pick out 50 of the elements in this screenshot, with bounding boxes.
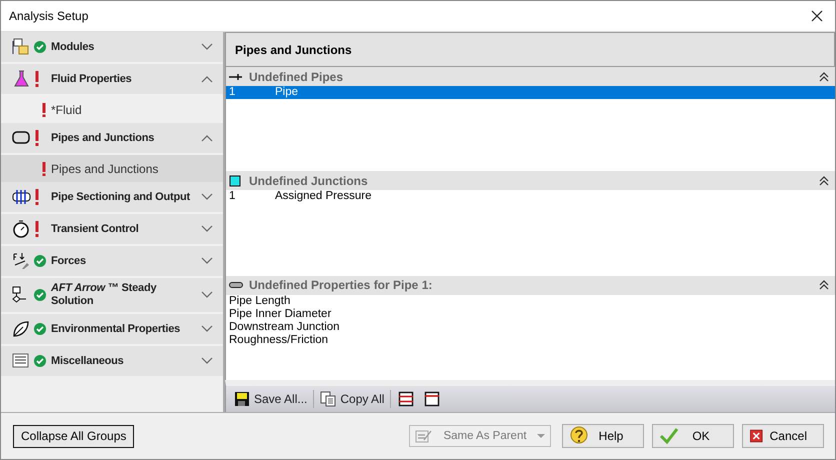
group-header[interactable]: Miscellaneous — [1, 346, 223, 378]
chevron-icon — [201, 325, 213, 333]
save-icon — [234, 391, 250, 407]
chevron-icon — [201, 43, 213, 51]
property-item: Pipe Length — [228, 294, 292, 308]
close-icon[interactable] — [811, 10, 823, 22]
panel-header: Pipes and Junctions — [225, 32, 835, 67]
collapse-icon[interactable] — [819, 72, 829, 82]
grid-icon — [11, 187, 33, 207]
section-header[interactable]: Undefined Junctions — [226, 171, 835, 190]
collapse-icon[interactable] — [819, 280, 829, 290]
chevron-icon — [201, 291, 213, 299]
group-header[interactable]: Transient Control — [1, 214, 223, 246]
chevron-icon — [201, 225, 213, 233]
section-header[interactable]: Undefined Pipes — [226, 67, 835, 86]
chevron-icon — [201, 134, 213, 142]
question-icon — [569, 426, 589, 446]
chevron-icon — [201, 357, 213, 365]
group-header[interactable]: Fluid Properties — [1, 64, 223, 96]
group-header[interactable]: Pipe Sectioning and Output — [1, 182, 223, 214]
toolbar-button[interactable]: Copy All — [318, 391, 386, 407]
cancel-button[interactable]: Cancel — [742, 424, 824, 448]
group-header[interactable]: Modules — [1, 32, 223, 64]
square-icon — [229, 174, 243, 187]
toolbar-button[interactable]: Save All... — [232, 391, 310, 407]
collapse-icon[interactable] — [819, 176, 829, 186]
group-header[interactable]: Forces — [1, 246, 223, 278]
sidebar-item[interactable]: Pipes and Junctions — [1, 155, 223, 182]
group-header[interactable]: Environmental Properties — [1, 314, 223, 346]
checkmark-icon — [659, 426, 679, 446]
ok-button[interactable]: OK — [652, 424, 734, 448]
table-row[interactable]: 1 Assigned Pressure — [226, 190, 835, 204]
property-item: Downstream Junction — [228, 320, 341, 334]
collapse-all-button[interactable]: Collapse All Groups — [13, 424, 134, 448]
copy-icon — [320, 391, 336, 407]
chevron-icon — [201, 75, 213, 83]
caret-icon — [537, 434, 545, 438]
collapse-all-icon[interactable] — [424, 391, 440, 407]
edit-icon — [415, 428, 433, 444]
window-title: Analysis Setup — [9, 9, 90, 23]
group-header[interactable]: Pipes and Junctions — [1, 123, 223, 155]
section-header[interactable]: Undefined Properties for Pipe 1: — [226, 276, 835, 295]
property-item: Roughness/Friction — [228, 334, 330, 347]
table-row[interactable]: 1 Pipe — [226, 86, 835, 99]
property-item: Pipe Inner Diameter — [228, 308, 332, 321]
help-button[interactable]: Help — [562, 424, 644, 448]
group-header[interactable]: AFT Arrow ™ Steady Solution — [1, 278, 223, 314]
chevron-icon — [201, 257, 213, 265]
chevron-icon — [201, 193, 213, 201]
expand-all-icon[interactable] — [398, 391, 414, 407]
